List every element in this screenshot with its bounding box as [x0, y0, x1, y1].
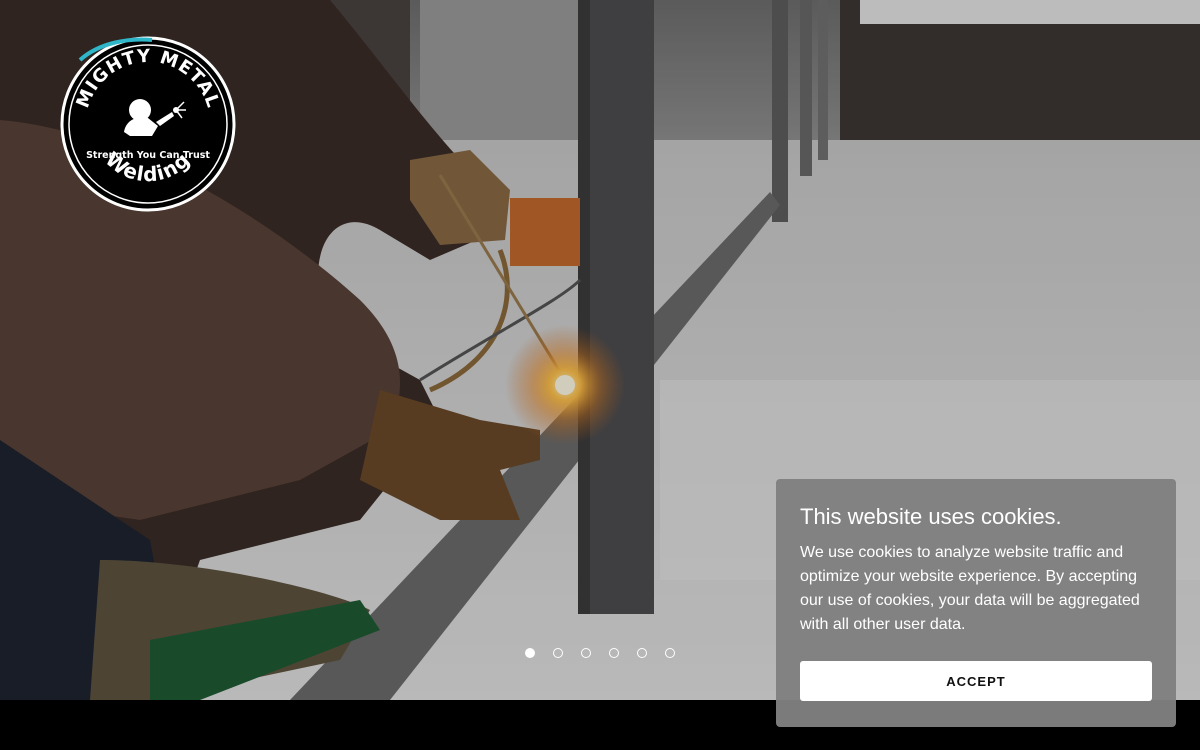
slide-dot-2[interactable] [553, 648, 563, 658]
slide-dot-6[interactable] [665, 648, 675, 658]
cookie-banner-message: We use cookies to analyze website traffi… [800, 544, 1140, 633]
accept-cookies-button[interactable]: ACCEPT [800, 661, 1152, 701]
slide-dot-4[interactable] [609, 648, 619, 658]
logo-tagline: Strength You Can Trust [86, 150, 210, 161]
cookie-consent-banner: This website uses cookies. We use cookie… [776, 479, 1176, 727]
slide-dot-3[interactable] [581, 648, 591, 658]
slide-dot-5[interactable] [637, 648, 647, 658]
slide-dot-1[interactable] [525, 648, 535, 658]
mighty-metal-welding-logo[interactable]: MIGHTY METAL Strength You Can Trust Weld… [60, 36, 236, 212]
cookie-banner-title: This website uses cookies. [800, 504, 1062, 529]
